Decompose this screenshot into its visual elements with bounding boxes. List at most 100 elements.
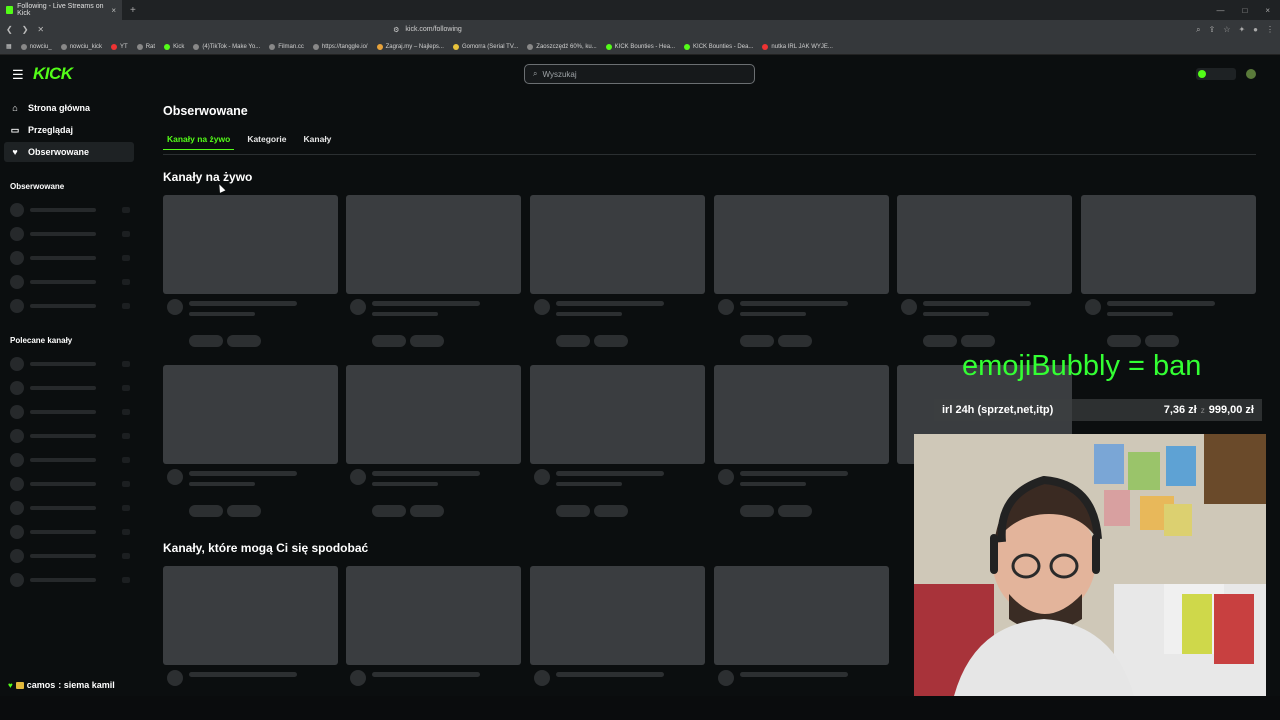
- bookmark-star-icon[interactable]: ☆: [1223, 25, 1230, 35]
- browser-tab[interactable]: Following - Live Streams on Kick ×: [0, 0, 122, 20]
- share-icon[interactable]: ⇪: [1209, 25, 1216, 35]
- sidebar: ⌂ Strona główna ▭ Przeglądaj ♥ Obserwowa…: [0, 92, 140, 720]
- channel-skeleton: [10, 202, 132, 217]
- sidebar-item-browse[interactable]: ▭ Przeglądaj: [4, 120, 134, 140]
- bookmark-item[interactable]: Kick: [164, 43, 184, 50]
- tab-channels[interactable]: Kanały: [300, 134, 336, 150]
- stream-card-skeleton[interactable]: [163, 566, 338, 686]
- forward-icon[interactable]: ❯: [22, 25, 29, 34]
- maximize-button[interactable]: □: [1242, 6, 1247, 15]
- stream-card-skeleton[interactable]: [346, 365, 521, 517]
- menu-icon[interactable]: ⋮: [1266, 25, 1274, 35]
- following-section-title: Obserwowane: [10, 182, 65, 191]
- bookmark-item[interactable]: YT: [111, 43, 128, 50]
- bookmark-item[interactable]: nowciu_: [20, 43, 52, 50]
- bookmark-item[interactable]: nutka IRL JAK WYJE...: [762, 43, 833, 50]
- minimize-button[interactable]: —: [1216, 6, 1224, 15]
- window-controls: — □ ×: [1216, 6, 1280, 15]
- status-dot-icon: [1198, 70, 1206, 78]
- goal-separator: z: [1200, 405, 1205, 415]
- header-status-pill[interactable]: [1196, 68, 1236, 80]
- channel-skeleton: [10, 476, 132, 491]
- channel-skeleton: [10, 572, 132, 587]
- channel-skeleton: [10, 548, 132, 563]
- browse-icon: ▭: [10, 124, 20, 135]
- goal-title: irl 24h (sprzet,net,itp): [942, 404, 1054, 416]
- tab-live-channels[interactable]: Kanały na żywo: [163, 134, 235, 150]
- channel-skeleton: [10, 250, 132, 265]
- stream-card-skeleton[interactable]: [530, 365, 705, 517]
- extensions-icon[interactable]: ✦: [1238, 25, 1245, 35]
- stream-card-skeleton[interactable]: [714, 566, 889, 686]
- site-info-icon[interactable]: ⚙: [393, 26, 399, 34]
- live-section-title: Kanały na żywo: [163, 170, 253, 184]
- url-field[interactable]: ⚙ kick.com/following: [393, 26, 462, 34]
- stop-icon[interactable]: ✕: [37, 25, 44, 34]
- stream-card-skeleton[interactable]: [530, 566, 705, 686]
- chat-username: camos: [26, 680, 56, 690]
- search-placeholder: Wyszukaj: [542, 69, 577, 79]
- site-header: ☰ KICK ⌕ Wyszukaj: [0, 56, 1280, 92]
- bookmark-item[interactable]: KICK Bounties - Hea...: [605, 43, 675, 50]
- page-title: Obserwowane: [163, 104, 248, 118]
- kick-logo[interactable]: KICK: [33, 64, 73, 84]
- mouse-cursor-icon: [216, 183, 226, 193]
- channel-skeleton: [10, 226, 132, 241]
- new-tab-button[interactable]: +: [130, 5, 136, 16]
- channel-skeleton: [10, 380, 132, 395]
- tab-title: Following - Live Streams on Kick: [17, 3, 104, 17]
- close-window-button[interactable]: ×: [1265, 6, 1270, 15]
- channel-skeleton: [10, 356, 132, 371]
- bookmark-item[interactable]: nowciu_kick: [60, 43, 102, 50]
- sidebar-item-label: Przeglądaj: [28, 125, 74, 135]
- tabs-divider: [163, 154, 1256, 155]
- sidebar-item-home[interactable]: ⌂ Strona główna: [4, 98, 134, 118]
- sidebar-item-label: Strona główna: [28, 103, 91, 113]
- bookmark-item[interactable]: Zaoszczędź 60%, ku...: [527, 43, 597, 50]
- goal-amount: 7,36 zł z 999,00 zł: [1164, 404, 1254, 416]
- hamburger-menu-icon[interactable]: ☰: [12, 67, 24, 83]
- stream-card-skeleton[interactable]: [163, 365, 338, 517]
- bookmark-item[interactable]: Rat: [136, 43, 155, 50]
- heart-badge-icon: ♥: [8, 680, 13, 690]
- channel-skeleton: [10, 452, 132, 467]
- channel-skeleton: [10, 274, 132, 289]
- heart-icon: ♥: [12, 147, 18, 157]
- sidebar-item-following[interactable]: ♥ Obserwowane: [4, 142, 134, 162]
- tab-close-icon[interactable]: ×: [111, 6, 116, 15]
- bookmark-item[interactable]: KICK Bounties - Dea...: [684, 43, 753, 50]
- url-text: kick.com/following: [405, 26, 462, 33]
- bookmark-item[interactable]: Filman.cc: [269, 43, 304, 50]
- bookmark-item[interactable]: Gomorra (Serial TV...: [452, 43, 518, 50]
- search-input[interactable]: ⌕ Wyszukaj: [524, 64, 755, 84]
- stream-card-skeleton[interactable]: [530, 195, 705, 347]
- sidebar-item-label: Obserwowane: [28, 147, 90, 157]
- stream-card-skeleton[interactable]: [1081, 195, 1256, 347]
- address-bar-actions: ⌕ ⇪ ☆ ✦ ● ⋮: [1196, 25, 1274, 35]
- tab-categories[interactable]: Kategorie: [243, 134, 290, 150]
- search-icon: ⌕: [533, 69, 538, 78]
- overlay-banner-text: emojiBubbly = ban: [962, 350, 1202, 382]
- channel-skeleton: [10, 524, 132, 539]
- bookmark-item[interactable]: https://tangglе.io/: [312, 43, 368, 50]
- tabs: Kanały na żywo Kategorie Kanały: [163, 134, 335, 150]
- recommended-channels-title: Kanały, które mogą Ci się spodobać: [163, 541, 369, 555]
- stream-card-skeleton[interactable]: [714, 365, 889, 517]
- stream-card-skeleton[interactable]: [897, 195, 1072, 347]
- channel-skeleton: [10, 298, 132, 313]
- root: { "browser": { "tab_title": "Following -…: [0, 0, 1280, 720]
- profile-icon[interactable]: ●: [1253, 25, 1258, 35]
- zoom-icon[interactable]: ⌕: [1196, 25, 1200, 35]
- goal-current: 7,36 zł: [1163, 404, 1197, 416]
- bookmark-item[interactable]: (4)TikTok - Make Yo...: [193, 43, 260, 50]
- home-icon: ⌂: [12, 103, 18, 113]
- apps-icon[interactable]: ▦: [6, 43, 12, 50]
- user-avatar[interactable]: [1246, 69, 1256, 79]
- stream-card-skeleton[interactable]: [714, 195, 889, 347]
- stream-card-skeleton[interactable]: [346, 566, 521, 686]
- back-icon[interactable]: ❮: [6, 25, 13, 34]
- donation-goal-bar: irl 24h (sprzet,net,itp) 7,36 zł z 999,0…: [934, 399, 1262, 421]
- bookmark-item[interactable]: Zagraj.my – Najleps...: [376, 43, 444, 50]
- stream-card-skeleton[interactable]: [346, 195, 521, 347]
- stream-card-skeleton[interactable]: [163, 195, 338, 347]
